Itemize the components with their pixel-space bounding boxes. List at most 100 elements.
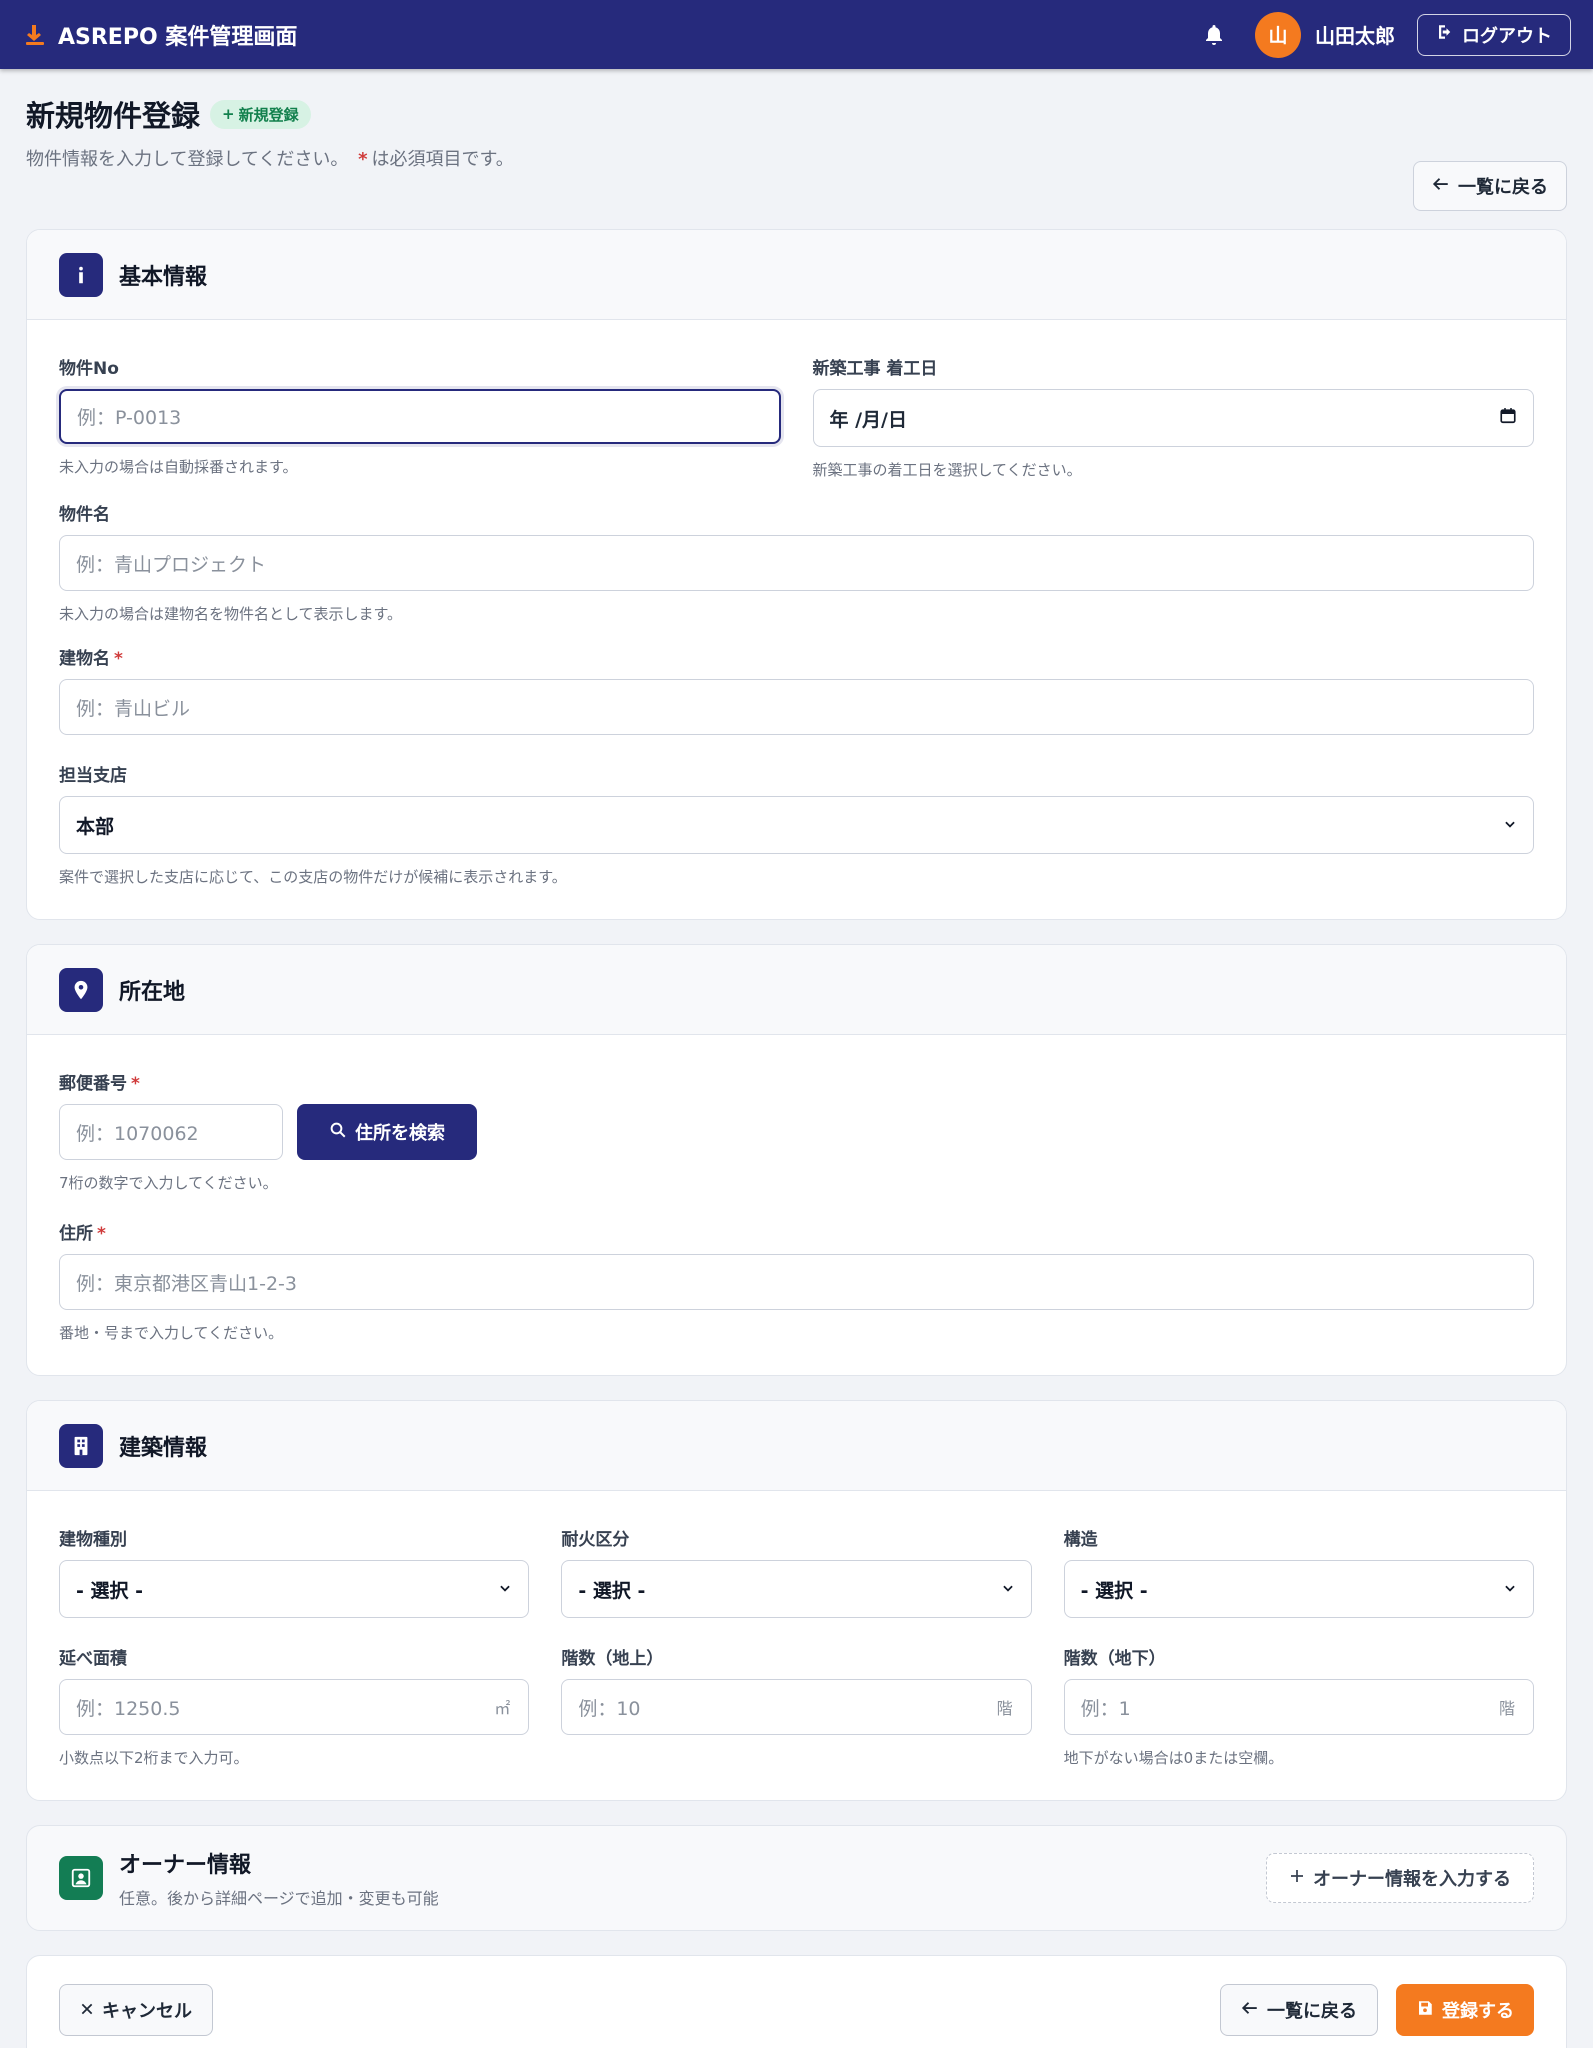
save-icon [1416, 1999, 1434, 2022]
placeholder: 例：10 [578, 1697, 641, 1720]
building-type-label: 建物種別 [59, 1530, 127, 1550]
building-icon [59, 1423, 103, 1468]
help-text: 小数点以下2桁まで入力可。 [59, 1749, 249, 1767]
add-owner-label: オーナー情報を入力する [1313, 1869, 1511, 1890]
required-mark: * [358, 149, 368, 170]
placeholder: 例：1070062 [76, 1122, 199, 1145]
help-text: 7桁の数字で入力してください。 [59, 1174, 278, 1192]
add-owner-button[interactable]: オーナー情報を入力する [1266, 1853, 1534, 1903]
placeholder: 例：東京都港区青山1-2-3 [76, 1272, 297, 1295]
floors-below-input[interactable]: 例：1 階 [1063, 1679, 1534, 1735]
building-type-select[interactable]: - 選択 - [59, 1560, 530, 1618]
app-header: ASREPO 案件管理画面 山 山田太郎 ログアウト [0, 0, 1593, 69]
unit-suffix: 階 [1498, 1699, 1515, 1718]
help-text: 未入力の場合は自動採番されます。 [59, 458, 298, 476]
address-label: 住所 * [59, 1219, 1534, 1244]
back-to-list-button[interactable]: 一覧に戻る [1413, 161, 1567, 211]
required-mark: * [131, 1074, 140, 1094]
badge-label: 新規登録 [238, 105, 299, 124]
selected-value: 本部 [76, 815, 115, 838]
placeholder: 例：P-0013 [77, 407, 182, 429]
map-pin-icon [59, 967, 103, 1012]
card-header: 建築情報 [27, 1401, 1566, 1491]
unit-suffix: 階 [996, 1699, 1013, 1718]
postal-code-input[interactable]: 例：1070062 [59, 1104, 283, 1160]
cancel-button[interactable]: キャンセル [59, 1984, 213, 2036]
card-header: 基本情報 [27, 230, 1566, 320]
brand[interactable]: ASREPO 案件管理画面 [22, 19, 297, 51]
property-no-input[interactable]: 例：P-0013 [59, 389, 781, 444]
fireproof-select[interactable]: - 選択 - [561, 1560, 1032, 1618]
date-value: 年 /月/日 [829, 408, 908, 431]
back-label: 一覧に戻る [1267, 2001, 1357, 2022]
building-name-label: 建物名 * [59, 644, 1534, 669]
notification-bell-icon[interactable] [1197, 18, 1231, 52]
structure-label: 構造 [1063, 1530, 1098, 1550]
help-text: 番地・号まで入力してください。 [59, 1324, 284, 1342]
chevron-down-icon [1001, 1578, 1015, 1600]
card-title: オーナー情報 [119, 1853, 252, 1878]
brand-title: ASREPO 案件管理画面 [58, 24, 298, 50]
property-name-input[interactable]: 例：青山プロジェクト [59, 535, 1534, 591]
card-title: 建築情報 [119, 1435, 208, 1461]
required-mark: * [97, 1224, 106, 1244]
address-search-button[interactable]: 住所を検索 [297, 1104, 477, 1160]
plus-icon: + [222, 105, 235, 123]
subtitle-text: 物件情報を入力して登録してください。 [26, 149, 349, 170]
placeholder: 例：青山ビル [76, 697, 191, 720]
calendar-icon[interactable] [1499, 407, 1517, 430]
cancel-label: キャンセル [102, 2001, 192, 2022]
card-title: 所在地 [119, 979, 186, 1005]
placeholder: 例：青山プロジェクト [76, 553, 267, 576]
selected-value: - 選択 - [76, 1579, 144, 1602]
branch-select[interactable]: 本部 [59, 796, 1534, 854]
location-card: 所在地 郵便番号 * 例：1070062 住所を検索 7桁の数字で入力してくださ… [26, 944, 1567, 1376]
floors-below-label: 階数（地下） [1063, 1649, 1166, 1669]
logo-icon [22, 22, 48, 48]
arrow-left-icon [1241, 1999, 1259, 2022]
close-icon [80, 2000, 94, 2021]
label-text: 住所 [59, 1224, 93, 1244]
unit-suffix: ㎡ [494, 1699, 511, 1718]
required-mark: * [114, 649, 123, 669]
back-to-list-button[interactable]: 一覧に戻る [1220, 1984, 1378, 2036]
floor-area-label: 延べ面積 [59, 1649, 127, 1669]
card-title: 基本情報 [119, 264, 208, 290]
chevron-down-icon [498, 1578, 512, 1600]
building-name-input[interactable]: 例：青山ビル [59, 679, 1534, 735]
logout-button[interactable]: ログアウト [1417, 13, 1571, 56]
logout-label: ログアウト [1462, 25, 1552, 47]
user-name[interactable]: 山田太郎 [1315, 20, 1395, 49]
chevron-down-icon [1503, 814, 1517, 836]
chevron-down-icon [1503, 1578, 1517, 1600]
start-date-label: 新築工事 着工日 [812, 359, 938, 379]
address-input[interactable]: 例：東京都港区青山1-2-3 [59, 1254, 1534, 1310]
postal-label: 郵便番号 * [59, 1069, 1534, 1094]
arrow-left-icon [1432, 175, 1450, 198]
card-header: 所在地 [27, 945, 1566, 1035]
subtitle-text-2: は必須項目です。 [371, 149, 514, 170]
fireproof-label: 耐火区分 [561, 1530, 630, 1550]
building-info-card: 建築情報 建物種別 - 選択 - 耐火区分 - 選択 - 構造 - 選択 - 延… [26, 1400, 1567, 1801]
help-text: 地下がない場合は0または空欄。 [1063, 1749, 1284, 1767]
page-title: 新規物件登録 [26, 99, 201, 133]
start-date-input[interactable]: 年 /月/日 [812, 389, 1534, 447]
form-actions: キャンセル 一覧に戻る 登録する [26, 1955, 1567, 2048]
submit-button[interactable]: 登録する [1396, 1984, 1534, 2036]
floor-area-input[interactable]: 例：1250.5 ㎡ [59, 1679, 530, 1735]
placeholder: 例：1250.5 [76, 1697, 181, 1720]
back-label: 一覧に戻る [1458, 177, 1548, 198]
structure-select[interactable]: - 選択 - [1063, 1560, 1534, 1618]
branch-label: 担当支店 [59, 766, 127, 786]
search-label: 住所を検索 [355, 1123, 445, 1144]
floors-above-input[interactable]: 例：10 階 [561, 1679, 1032, 1735]
page-subtitle: 物件情報を入力して登録してください。 * は必須項目です。 [26, 145, 514, 171]
floors-above-label: 階数（地上） [561, 1649, 664, 1669]
submit-label: 登録する [1442, 2001, 1514, 2022]
owner-icon [59, 1856, 103, 1900]
property-no-label: 物件No [59, 359, 119, 379]
basic-info-card: 基本情報 物件No 例：P-0013 未入力の場合は自動採番されます。 新築工事… [26, 229, 1567, 920]
label-text: 郵便番号 [59, 1074, 127, 1094]
avatar[interactable]: 山 [1255, 11, 1301, 58]
search-icon [329, 1121, 347, 1144]
